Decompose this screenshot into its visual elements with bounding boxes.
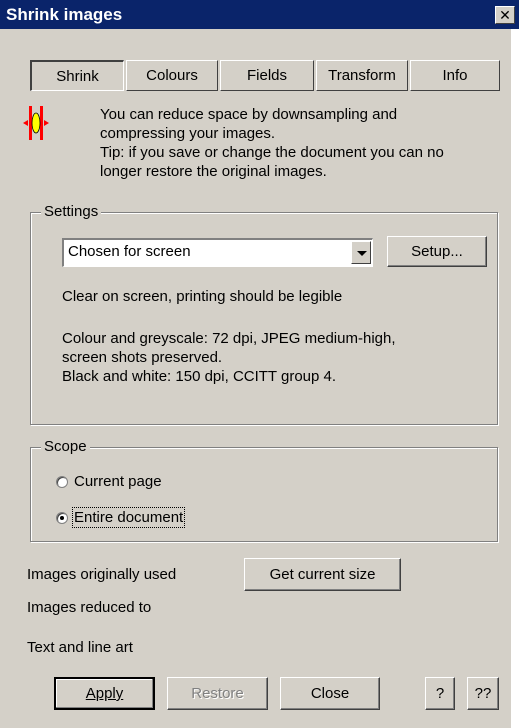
preset-detail-2: screen shots preserved.: [62, 349, 223, 366]
window-edge: [511, 29, 519, 728]
images-reduced-to-label: Images reduced to: [27, 599, 152, 616]
tab-info[interactable]: Info: [410, 60, 500, 91]
close-button-label: Close: [310, 685, 350, 702]
extended-help-button-label: ??: [474, 685, 492, 702]
title-bar: Shrink images ✕: [0, 0, 519, 29]
tab-colours-label: Colours: [146, 67, 198, 84]
setup-button[interactable]: Setup...: [387, 236, 487, 267]
close-icon: ✕: [499, 7, 511, 23]
text-line-art-label: Text and line art: [27, 639, 133, 656]
apply-button[interactable]: Apply: [54, 677, 155, 710]
apply-button-label: Apply: [85, 685, 124, 702]
setup-button-label: Setup...: [411, 243, 463, 260]
restore-button-label: Restore: [191, 685, 244, 702]
intro-description: You can reduce space by downsampling and…: [100, 105, 505, 181]
window-title: Shrink images: [6, 5, 123, 24]
help-button-label: ?: [435, 685, 445, 702]
radio-current-page-label[interactable]: Current page: [74, 472, 162, 491]
close-window-button[interactable]: ✕: [495, 6, 515, 24]
radio-current-page[interactable]: [56, 476, 68, 488]
intro-line-3: Tip: if you save or change the document …: [100, 144, 444, 161]
radio-entire-document[interactable]: [56, 512, 68, 524]
preset-detail-3: Black and white: 150 dpi, CCITT group 4.: [62, 368, 337, 385]
get-current-size-label: Get current size: [269, 566, 376, 583]
extended-help-button[interactable]: ??: [467, 677, 499, 710]
tab-info-label: Info: [442, 67, 468, 84]
settings-group-label: Settings: [41, 203, 102, 221]
shrink-images-dialog: Shrink images ✕ Shrink Colours Fields Tr…: [0, 0, 519, 728]
tab-transform[interactable]: Transform: [316, 60, 408, 91]
tab-shrink-label: Shrink: [56, 68, 99, 85]
preset-summary: Clear on screen, printing should be legi…: [62, 288, 343, 305]
scope-group: Scope: [30, 438, 498, 542]
get-current-size-button[interactable]: Get current size: [244, 558, 401, 591]
scope-group-label: Scope: [41, 438, 90, 456]
tab-colours[interactable]: Colours: [126, 60, 218, 91]
tab-fields-label: Fields: [246, 67, 287, 84]
tab-shrink[interactable]: Shrink: [30, 60, 124, 91]
tab-transform-label: Transform: [328, 67, 396, 84]
tab-fields[interactable]: Fields: [220, 60, 314, 91]
chevron-down-icon[interactable]: [351, 241, 371, 264]
radio-entire-document-label[interactable]: Entire document: [71, 507, 186, 528]
intro-line-4: longer restore the original images.: [100, 163, 327, 180]
preset-select-value: Chosen for screen: [68, 243, 191, 260]
help-button[interactable]: ?: [425, 677, 455, 710]
preset-detail-1: Colour and greyscale: 72 dpi, JPEG mediu…: [62, 330, 396, 347]
intro-line-1: You can reduce space by downsampling and: [100, 106, 398, 123]
intro-line-2: compressing your images.: [100, 125, 276, 142]
close-button[interactable]: Close: [280, 677, 380, 710]
restore-button[interactable]: Restore: [167, 677, 268, 710]
images-originally-used-label: Images originally used: [27, 566, 177, 583]
preset-select[interactable]: Chosen for screen: [62, 238, 373, 267]
radio-selected-dot: [60, 516, 64, 520]
shrink-arrows-icon: [23, 106, 49, 140]
